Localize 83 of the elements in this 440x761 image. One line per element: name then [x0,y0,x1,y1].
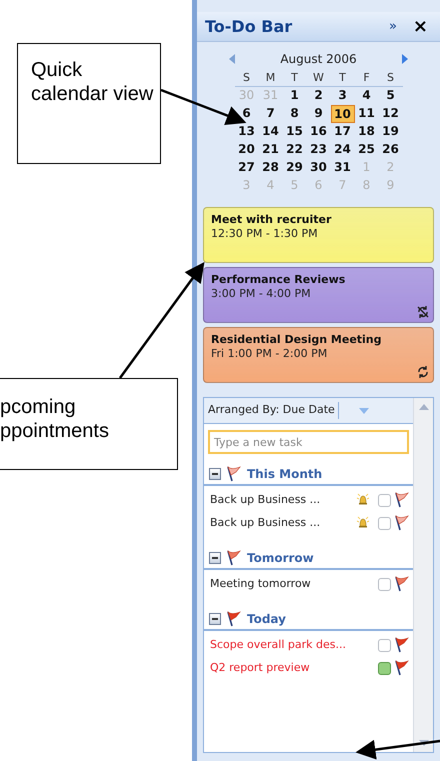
task-title[interactable]: Scope overall park des... [210,636,378,654]
collapse-toggle[interactable] [209,552,221,564]
calendar-day[interactable]: 7 [258,105,282,123]
calendar-day[interactable]: 14 [258,123,282,141]
close-button[interactable]: × [412,13,428,40]
weekday-label: T [338,70,347,86]
calendar-day[interactable]: 31 [330,159,354,177]
callout-box: pcoming ppointments [0,378,178,470]
calendar-day[interactable]: 4 [354,87,378,105]
calendar-day[interactable]: 18 [354,123,378,141]
collapse-toggle[interactable] [209,468,221,480]
calendar-day[interactable]: 23 [306,141,330,159]
appointment-card[interactable]: Meet with recruiter 12:30 PM - 1:30 PM [203,207,434,263]
arranged-by-label: Arranged By: Due Date [204,402,339,419]
appointment-time: Fri 1:00 PM - 2:00 PM [211,347,328,361]
appointment-card[interactable]: Residential Design Meeting Fri 1:00 PM - 2:00 PM [203,327,434,383]
flag-icon[interactable] [395,660,409,676]
weekday-label: T [290,70,299,86]
next-month-icon[interactable] [402,54,408,64]
weekday-label: S [242,70,251,86]
calendar-day[interactable]: 16 [306,123,330,141]
task-title[interactable]: Q2 report preview [210,660,378,676]
calendar-day[interactable]: 5 [378,87,402,105]
calendar-day[interactable]: 28 [258,159,282,177]
weekday-label: S [386,70,395,86]
calendar-day[interactable]: 6 [234,105,258,123]
weekday-label: M [264,70,276,86]
new-task-field[interactable]: Type a new task [208,430,409,454]
month-title: August 2006 [280,51,357,68]
task-title[interactable]: Back up Business ... [210,514,356,532]
calendar-day[interactable]: 17 [330,123,354,141]
callout-box: Quick calendar view [17,43,161,164]
task-title[interactable]: Back up Business ... [210,492,356,508]
task-checkbox[interactable] [378,662,391,674]
group-title[interactable]: This Month [247,465,322,483]
task-checkbox[interactable] [378,578,391,590]
task-checkbox[interactable] [378,516,391,530]
calendar-day[interactable]: 1 [282,87,306,105]
flag-icon[interactable] [227,611,241,627]
task-checkbox[interactable] [378,494,391,506]
group-title[interactable]: Tomorrow [247,549,314,567]
flag-icon[interactable] [395,492,409,508]
weekday-label: F [362,70,371,86]
weekday-label: W [312,70,325,86]
task-checkbox[interactable] [378,638,391,652]
calendar-day[interactable]: 15 [282,123,306,141]
collapse-toggle[interactable] [209,613,221,625]
appointment-title: Performance Reviews [211,273,346,287]
calendar-day[interactable]: 30 [306,159,330,177]
calendar-day[interactable]: 24 [330,141,354,159]
scroll-down-icon[interactable] [418,740,428,746]
calendar-day[interactable]: 29 [282,159,306,177]
calendar-day[interactable]: 9 [306,105,330,123]
calendar-day[interactable]: 25 [354,141,378,159]
appointment-card[interactable]: Performance Reviews 3:00 PM - 4:00 PM [203,267,434,323]
panel-title: To-Do Bar [205,16,294,38]
flag-icon[interactable] [227,466,241,482]
calendar-day[interactable]: 20 [234,141,258,159]
arrange-header[interactable]: Arranged By: Due Date [204,398,413,424]
flag-icon[interactable] [395,515,409,531]
appointment-title: Residential Design Meeting [211,333,383,347]
calendar-day[interactable]: 3 [330,87,354,105]
expand-button[interactable]: » [388,16,397,36]
appointment-time: 3:00 PM - 4:00 PM [211,287,312,301]
calendar-day[interactable]: 8 [282,105,306,123]
scrollbar[interactable] [413,398,433,752]
appointment-title: Meet with recruiter [211,213,332,227]
calendar-day[interactable]: 22 [282,141,306,159]
calendar-day[interactable]: 13 [234,123,258,141]
appointment-time: 12:30 PM - 1:30 PM [211,227,319,241]
calendar-day[interactable]: 12 [378,105,402,123]
calendar-day[interactable]: 21 [258,141,282,159]
calendar-day[interactable]: 10 [330,105,354,123]
group-title[interactable]: Today [247,610,286,628]
task-title[interactable]: Meeting tomorrow [210,576,378,592]
flag-icon[interactable] [395,576,409,592]
calendar-day[interactable]: 26 [378,141,402,159]
flag-icon[interactable] [227,550,241,566]
calendar-day[interactable]: 27 [234,159,258,177]
flag-icon[interactable] [395,637,409,653]
calendar-day[interactable]: 11 [354,105,378,123]
calendar-day[interactable]: 2 [306,87,330,105]
calendar-day[interactable]: 19 [378,123,402,141]
